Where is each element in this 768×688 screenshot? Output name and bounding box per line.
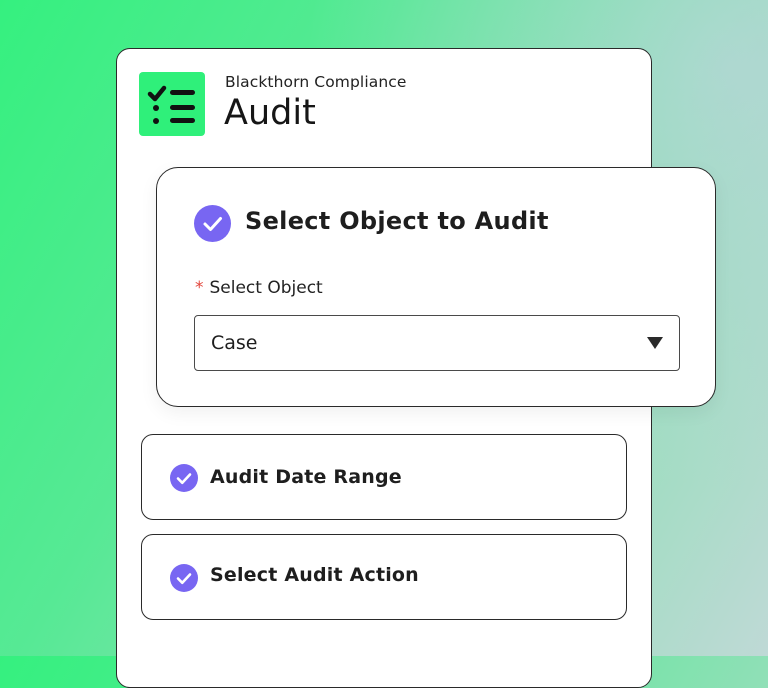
step-label: Select Audit Action (210, 564, 419, 586)
step-audit-date-range[interactable]: Audit Date Range (141, 434, 627, 520)
step-select-audit-action[interactable]: Select Audit Action (141, 534, 627, 620)
required-marker: * (195, 278, 204, 298)
check-circle-icon (170, 564, 198, 592)
app-subtitle: Blackthorn Compliance (225, 73, 407, 91)
checklist-icon (139, 72, 205, 136)
check-circle-icon (170, 464, 198, 492)
select-value: Case (211, 332, 258, 354)
step-label: Audit Date Range (210, 466, 402, 488)
select-object-card: Select Object to Audit * Select Object Ca… (156, 167, 716, 407)
field-label-text: Select Object (209, 278, 323, 298)
field-label: * Select Object (195, 278, 323, 298)
caret-down-icon[interactable] (647, 337, 663, 349)
check-circle-icon (194, 205, 231, 242)
page-title: Audit (224, 93, 316, 133)
card-title: Select Object to Audit (245, 207, 549, 235)
object-select[interactable]: Case (194, 315, 680, 371)
